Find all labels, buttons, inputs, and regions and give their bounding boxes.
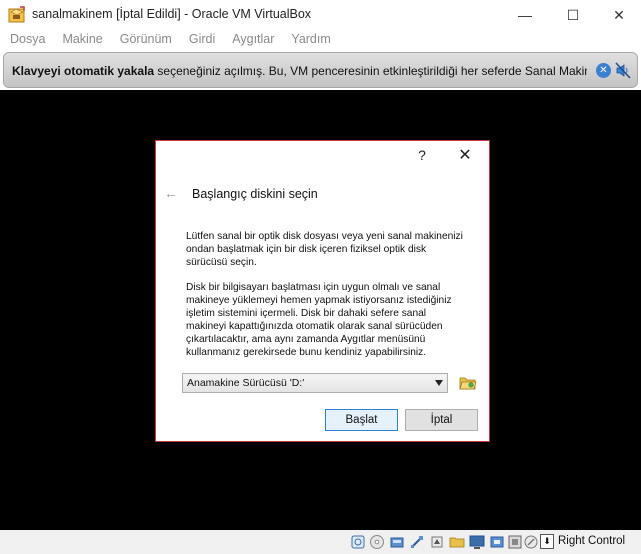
menu-dosya[interactable]: Dosya <box>10 30 45 50</box>
notification-bold: Klavyeyi otomatik yakala <box>12 64 155 78</box>
back-arrow-icon: ← <box>164 185 178 201</box>
detail-line: kullanmanız gerekirsede bunu kendiniz ya… <box>186 347 427 358</box>
minimize-button[interactable]: — <box>502 0 548 30</box>
menu-aygitlar[interactable]: Aygıtlar <box>232 30 274 50</box>
notification-message: seçeneğiniz açılmış. Bu, VM penceresinin… <box>154 64 587 78</box>
virtualbox-window: sanalmakinem [İptal Edildi] - Oracle VM … <box>0 0 641 554</box>
menu-bar: Dosya Makine Görünüm Girdi Aygıtlar Yard… <box>0 30 641 50</box>
detail-line: Disk bir bilgisayarı başlatması için uyg… <box>186 282 441 293</box>
mute-notification-icon[interactable] <box>615 62 631 79</box>
title-bar[interactable]: sanalmakinem [İptal Edildi] - Oracle VM … <box>0 0 641 30</box>
usb-icon[interactable] <box>429 534 445 550</box>
folder-open-icon[interactable] <box>459 375 477 391</box>
dialog-title: Başlangıç diskini seçin <box>192 187 318 201</box>
maximize-button[interactable]: ☐ <box>550 0 596 30</box>
hard-disk-icon[interactable] <box>350 534 366 550</box>
mouse-integration-icon[interactable] <box>523 534 539 550</box>
host-key-arrow-icon: ⬇ <box>540 534 554 549</box>
boot-drive-value: Anamakine Sürücüsü 'D:' <box>187 377 305 389</box>
maximize-icon: ☐ <box>566 6 580 23</box>
optical-disk-icon[interactable] <box>369 534 385 550</box>
detail-line: makineyi kapattığınızda otomatik olarak … <box>186 321 443 332</box>
host-key-label: Right Control <box>558 535 626 547</box>
menu-yardim[interactable]: Yardım <box>291 30 330 50</box>
virtualbox-app-icon <box>8 6 25 23</box>
boot-drive-select[interactable]: Anamakine Sürücüsü 'D:' <box>182 373 448 393</box>
instruction-text: Lütfen sanal bir optik disk dosyası veya… <box>186 230 482 269</box>
notification-close-icon[interactable]: ✕ <box>596 63 611 78</box>
display-icon[interactable] <box>469 534 485 550</box>
cancel-button[interactable]: İptal <box>405 409 478 431</box>
detail-line: çıkartılacaktır, ama aynı zamanda Aygıtl… <box>186 334 426 345</box>
shared-folder-icon[interactable] <box>449 534 465 550</box>
instruction-line: Lütfen sanal bir optik disk dosyası veya… <box>186 231 463 242</box>
close-icon: ✕ <box>613 6 625 23</box>
detail-text: Disk bir bilgisayarı başlatması için uyg… <box>186 281 482 359</box>
processor-icon[interactable] <box>507 534 523 550</box>
detail-line: makineye yüklemeyi hemen yapmak istiyors… <box>186 295 452 306</box>
close-button[interactable]: ✕ <box>596 0 641 30</box>
video-capture-icon[interactable] <box>489 534 505 550</box>
chevron-down-icon <box>435 380 443 386</box>
status-bar: ⬇ Right Control <box>0 530 641 554</box>
window-title: sanalmakinem [İptal Edildi] - Oracle VM … <box>32 7 312 21</box>
help-icon[interactable]: ? <box>414 147 430 163</box>
menu-gorunum[interactable]: Görünüm <box>120 30 172 50</box>
audio-icon[interactable] <box>389 534 405 550</box>
dialog-close-icon[interactable]: ✕ <box>454 145 476 165</box>
menu-makine[interactable]: Makine <box>62 30 102 50</box>
boot-disk-dialog: ? ✕ ← Başlangıç diskini seçin Lütfen san… <box>155 140 490 442</box>
instruction-line: ondan başlatmak için bir disk içeren fiz… <box>186 244 427 255</box>
minimize-icon: — <box>518 7 532 23</box>
network-icon[interactable] <box>409 534 425 550</box>
menu-girdi[interactable]: Girdi <box>189 30 215 50</box>
start-button[interactable]: Başlat <box>325 409 398 431</box>
instruction-line: sürücüsü seçin. <box>186 257 257 268</box>
notification-bar: Klavyeyi otomatik yakala seçeneğiniz açı… <box>3 52 638 88</box>
notification-text: Klavyeyi otomatik yakala seçeneğiniz açı… <box>12 64 587 78</box>
detail-line: işletim sistemini içermeli. Disk bir dah… <box>186 308 427 319</box>
